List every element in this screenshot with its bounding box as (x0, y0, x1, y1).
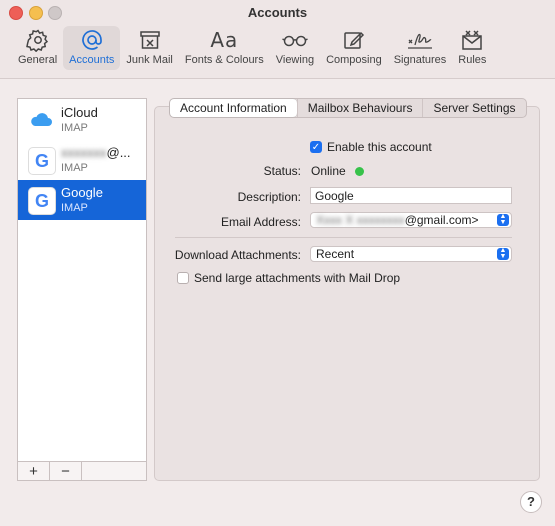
mail-drop-row: Send large attachments with Mail Drop (177, 271, 400, 285)
font-aa-icon: Aa (210, 28, 239, 52)
rules-envelope-icon (460, 26, 484, 54)
tab-server-settings[interactable]: Server Settings (422, 99, 525, 117)
junk-tray-icon (138, 26, 162, 54)
status-online-dot (354, 166, 364, 176)
toolbar-composing-label: Composing (326, 54, 382, 66)
account-item-google[interactable]: G Google IMAP (18, 180, 146, 220)
account-type: IMAP (61, 162, 88, 174)
toolbar-general[interactable]: General (12, 26, 63, 70)
toolbar-fonts-colours[interactable]: Aa Fonts & Colours (179, 26, 270, 70)
toolbar-signatures[interactable]: Signatures (388, 26, 453, 70)
toolbar-rules-label: Rules (458, 54, 487, 66)
status-label: Status: (263, 164, 301, 178)
account-name: xxxxxxx@... (61, 145, 131, 160)
account-type: IMAP (61, 202, 88, 214)
toolbar-junk-mail[interactable]: Junk Mail (120, 26, 178, 70)
account-item-icloud[interactable]: iCloud IMAP (18, 100, 146, 140)
status-value: Online (311, 164, 346, 178)
at-sign-icon (80, 26, 104, 54)
gear-icon (25, 26, 50, 54)
account-tabs: Account Information Mailbox Behaviours S… (169, 98, 527, 118)
toolbar-viewing[interactable]: Viewing (270, 26, 320, 70)
google-icon: G (28, 187, 56, 215)
toolbar-fonts-colours-label: Fonts & Colours (184, 54, 264, 66)
mail-drop-checkbox[interactable] (177, 272, 189, 284)
account-item-google-personal[interactable]: G xxxxxxx@... IMAP (18, 140, 146, 180)
accounts-list[interactable]: iCloud IMAP G xxxxxxx@... IMAP G Google … (17, 98, 147, 481)
chevron-updown-icon: ▲ ▼ (497, 247, 509, 260)
enable-account-label: Enable this account (327, 140, 432, 154)
email-address-value: @gmail.com> (404, 213, 479, 227)
compose-icon (342, 26, 366, 54)
google-icon: G (28, 147, 56, 175)
toolbar-accounts-label: Accounts (69, 54, 115, 66)
email-address-label: Email Address: (220, 215, 301, 229)
toolbar-signatures-label: Signatures (393, 54, 447, 66)
title-bar: Accounts General Accounts Junk Mail Aa F… (0, 0, 555, 79)
description-label: Description: (237, 190, 301, 204)
enable-account-row: ✓ Enable this account (310, 140, 432, 154)
preferences-toolbar: General Accounts Junk Mail Aa Fonts & Co… (12, 26, 492, 74)
mail-drop-label: Send large attachments with Mail Drop (194, 271, 401, 285)
toolbar-accounts[interactable]: Accounts (63, 26, 121, 70)
download-attachments-label: Download Attachments: (174, 248, 301, 262)
signature-icon (405, 26, 435, 54)
download-attachments-popup[interactable]: Recent ▲ ▼ (310, 246, 512, 262)
account-details-panel (154, 106, 540, 481)
download-attachments-value: Recent (316, 247, 355, 261)
toolbar-viewing-label: Viewing (275, 54, 315, 66)
tab-mailbox-behaviours[interactable]: Mailbox Behaviours (296, 99, 423, 117)
window-title: Accounts (247, 5, 308, 20)
toolbar-junk-mail-label: Junk Mail (126, 54, 173, 66)
icloud-icon (28, 107, 54, 133)
glasses-icon (281, 26, 309, 54)
section-divider (175, 237, 512, 238)
tab-account-information[interactable]: Account Information (170, 99, 297, 117)
toolbar-rules[interactable]: Rules (452, 26, 492, 70)
accounts-list-footer: + − (18, 461, 146, 480)
help-button[interactable]: ? (520, 491, 542, 513)
chevron-updown-icon: ▲ ▼ (497, 213, 509, 226)
email-address-popup[interactable]: Xxxx X xxxxxxxx@gmail.com> ▲ ▼ (310, 212, 512, 228)
account-name: Google (61, 185, 103, 200)
account-type: IMAP (61, 122, 88, 134)
redacted-username: xxxxxxx (61, 145, 107, 160)
add-account-button[interactable]: + (18, 462, 50, 480)
redacted-email-name: Xxxx X xxxxxxxx (316, 213, 405, 227)
toolbar-composing[interactable]: Composing (320, 26, 388, 70)
enable-account-checkbox[interactable]: ✓ (310, 141, 322, 153)
description-field[interactable]: Google (310, 187, 512, 204)
status-row: Online (311, 164, 364, 178)
account-name: iCloud (61, 105, 98, 120)
account-name-suffix: @... (106, 145, 131, 160)
toolbar-general-label: General (18, 54, 58, 66)
remove-account-button[interactable]: − (50, 462, 82, 480)
